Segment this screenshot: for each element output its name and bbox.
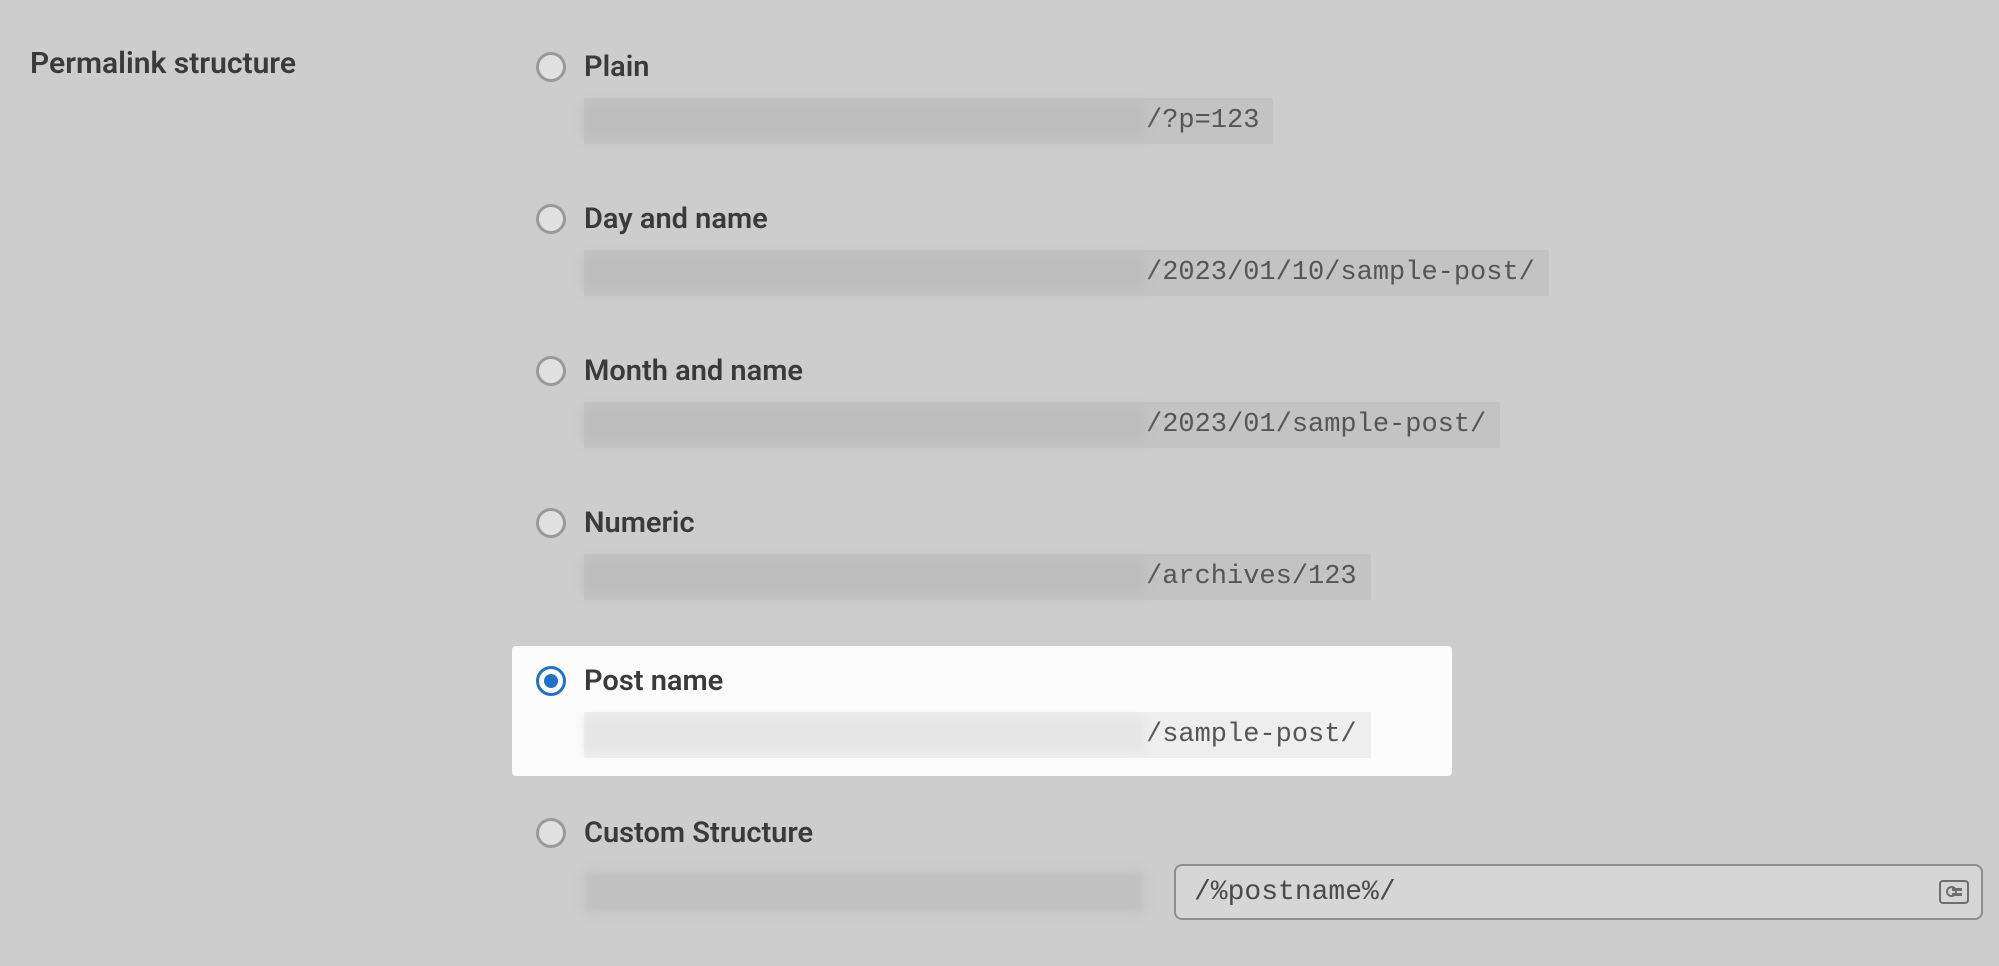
radio-custom[interactable] (536, 818, 566, 848)
blurred-domain (584, 408, 1144, 442)
radio-numeric[interactable] (536, 508, 566, 538)
option-label-plain[interactable]: Plain (584, 50, 649, 84)
autofill-icon[interactable] (1939, 880, 1969, 904)
blurred-domain (584, 256, 1144, 290)
radio-month-name[interactable] (536, 356, 566, 386)
option-post-name: Post name /sample-post/ (512, 646, 1452, 776)
blurred-domain (584, 560, 1144, 594)
option-label-post-name[interactable]: Post name (584, 664, 723, 698)
radio-post-name[interactable] (536, 666, 566, 696)
example-plain: /?p=123 (584, 98, 1273, 144)
option-label-month-name[interactable]: Month and name (584, 354, 803, 388)
blurred-domain (584, 718, 1144, 752)
example-suffix-month-name: /2023/01/sample-post/ (1146, 410, 1486, 440)
section-heading: Permalink structure (30, 38, 520, 81)
radio-plain[interactable] (536, 52, 566, 82)
option-numeric: Numeric /archives/123 (520, 494, 1999, 618)
example-suffix-numeric: /archives/123 (1146, 562, 1357, 592)
option-month-name: Month and name /2023/01/sample-post/ (520, 342, 1999, 466)
blurred-domain (584, 872, 1144, 912)
option-label-custom[interactable]: Custom Structure (584, 816, 813, 850)
example-suffix-day-name: /2023/01/10/sample-post/ (1146, 258, 1535, 288)
example-numeric: /archives/123 (584, 554, 1371, 600)
example-suffix-plain: /?p=123 (1146, 106, 1259, 136)
example-month-name: /2023/01/sample-post/ (584, 402, 1500, 448)
example-day-name: /2023/01/10/sample-post/ (584, 250, 1549, 296)
blurred-domain (584, 104, 1144, 138)
radio-day-name[interactable] (536, 204, 566, 234)
option-label-day-name[interactable]: Day and name (584, 202, 768, 236)
example-post-name: /sample-post/ (584, 712, 1371, 758)
option-label-numeric[interactable]: Numeric (584, 506, 695, 540)
option-plain: Plain /?p=123 (520, 38, 1999, 162)
custom-structure-input[interactable] (1174, 864, 1983, 920)
option-day-name: Day and name /2023/01/10/sample-post/ (520, 190, 1999, 314)
option-custom: Custom Structure (520, 804, 1999, 938)
example-suffix-post-name: /sample-post/ (1146, 720, 1357, 750)
